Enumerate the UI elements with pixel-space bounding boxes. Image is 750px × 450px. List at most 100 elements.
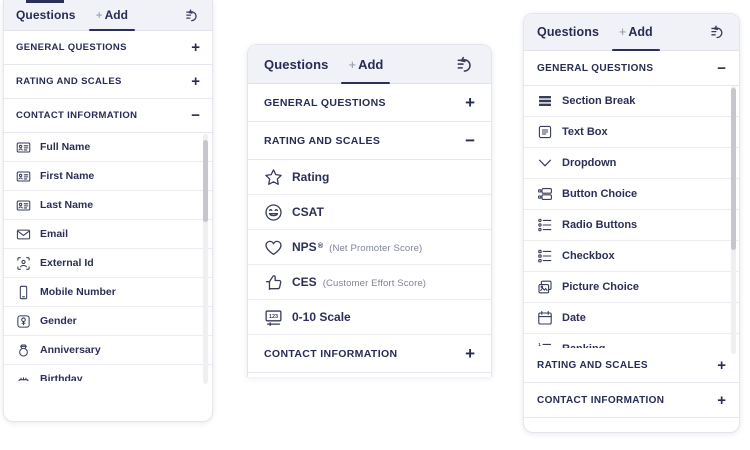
question-type-label: CSAT [292, 205, 324, 219]
question-type-list: Section Break Text Box Dropdown Button Choi… [524, 86, 739, 348]
section-header-rating-and-scales[interactable]: RATING AND SCALES+ [4, 65, 212, 99]
plus-icon: + [96, 8, 103, 22]
question-type-nps[interactable]: NPS®(Net Promoter Score) [248, 230, 491, 265]
question-type-label: Checkbox [562, 250, 615, 262]
questions-tab[interactable]: Questions [264, 57, 328, 72]
list-undo-icon[interactable] [185, 8, 200, 23]
questions-tab[interactable]: Questions [537, 25, 599, 39]
question-type-label-group: CES(Customer Effort Score) [292, 275, 426, 289]
question-type-email[interactable]: Email [4, 220, 212, 249]
question-type-label: Button Choice [562, 188, 637, 200]
question-type-label-group: Radio Buttons [562, 219, 637, 231]
question-type-date[interactable]: Date [524, 303, 739, 334]
section-label: RATING AND SCALES [16, 76, 191, 87]
question-type-checkbox[interactable]: Checkbox [524, 241, 739, 272]
question-type-label: Last Name [40, 199, 93, 211]
list-undo-icon[interactable] [710, 24, 726, 40]
section-header-general-questions[interactable]: GENERAL QUESTIONS+ [248, 84, 491, 122]
panel-header: Questions +Add [4, 0, 212, 31]
section-header-rating-and-scales[interactable]: RATING AND SCALES+ [524, 348, 739, 383]
ranking-icon: 123 [537, 341, 553, 348]
cake-icon [16, 372, 31, 382]
question-type-label-group: Checkbox [562, 250, 615, 262]
question-type-button-choice[interactable]: Button Choice [524, 179, 739, 210]
scrollbar-thumb[interactable] [731, 88, 736, 250]
question-type-label: Anniversary [40, 344, 101, 356]
question-type-label-group: External Id [40, 257, 94, 269]
question-type-external-id[interactable]: External Id [4, 249, 212, 278]
collapse-section-icon[interactable]: − [717, 61, 726, 76]
question-type-label-group: Section Break [562, 95, 635, 107]
section-label: GENERAL QUESTIONS [537, 63, 717, 74]
expand-section-icon[interactable]: + [465, 345, 475, 362]
question-type-section-break[interactable]: Section Break [524, 86, 739, 117]
section-header-contact-information[interactable]: CONTACT INFORMATION+ [524, 383, 739, 418]
add-tab-label: Add [358, 57, 383, 72]
panel-header: Questions +Add [248, 45, 491, 84]
question-type-label: Dropdown [562, 157, 616, 169]
dropdown-icon [537, 155, 553, 171]
section-header-general-questions[interactable]: GENERAL QUESTIONS− [524, 51, 739, 86]
question-type-text-box[interactable]: Text Box [524, 117, 739, 148]
section-break-icon [537, 93, 553, 109]
checkbox-icon [537, 248, 553, 264]
question-type-0-10-scale[interactable]: 1230-10 Scale [248, 300, 491, 335]
questions-panel-general-questions-open: Questions+AddGENERAL QUESTIONS−Section B… [523, 13, 740, 433]
list-undo-icon[interactable] [456, 55, 475, 74]
expand-section-icon[interactable]: + [717, 358, 726, 373]
question-type-label: Text Box [562, 126, 608, 138]
add-question-tab[interactable]: +Add [619, 14, 653, 50]
question-type-label-group: 0-10 Scale [292, 310, 351, 324]
section-header-rating-and-scales[interactable]: RATING AND SCALES− [248, 122, 491, 160]
question-type-label: Rating [292, 170, 329, 184]
svg-text:2: 2 [538, 347, 541, 348]
expand-section-icon[interactable]: + [191, 40, 200, 55]
clipped-tab-underline-artifact [26, 0, 64, 3]
section-label: CONTACT INFORMATION [264, 348, 465, 360]
gender-icon [16, 314, 31, 329]
question-type-first-name[interactable]: First Name [4, 162, 212, 191]
expand-section-icon[interactable]: + [465, 94, 475, 111]
scrollbar-thumb[interactable] [203, 140, 208, 222]
question-type-ces[interactable]: CES(Customer Effort Score) [248, 265, 491, 300]
question-type-birthday[interactable]: Birthday [4, 365, 212, 381]
add-question-tab[interactable]: +Add [96, 0, 128, 30]
section-label: CONTACT INFORMATION [16, 110, 191, 121]
question-type-mobile-number[interactable]: Mobile Number [4, 278, 212, 307]
question-type-ranking[interactable]: 123Ranking [524, 334, 739, 348]
question-type-radio-buttons[interactable]: Radio Buttons [524, 210, 739, 241]
question-type-label: NPS [292, 240, 317, 254]
question-type-list: Rating CSAT NPS®(Net Promoter Score) CES(Cu… [248, 160, 491, 335]
questions-tab[interactable]: Questions [16, 8, 76, 22]
expand-section-icon[interactable]: + [717, 393, 726, 408]
question-type-label-group: NPS®(Net Promoter Score) [292, 240, 422, 254]
question-type-dropdown[interactable]: Dropdown [524, 148, 739, 179]
question-type-label: Section Break [562, 95, 635, 107]
section-header-contact-information[interactable]: CONTACT INFORMATION− [4, 99, 212, 133]
add-question-tab[interactable]: +Add [348, 45, 383, 83]
question-type-last-name[interactable]: Last Name [4, 191, 212, 220]
question-type-anniversary[interactable]: Anniversary [4, 336, 212, 365]
questions-panel-rating-and-scales-open: Questions+AddGENERAL QUESTIONS+RATING AN… [247, 44, 492, 377]
question-type-sublabel: (Net Promoter Score) [329, 243, 422, 254]
question-type-full-name[interactable]: Full Name [4, 133, 212, 162]
question-type-sublabel: (Customer Effort Score) [323, 278, 426, 289]
section-label: CONTACT INFORMATION [537, 395, 717, 406]
question-type-picture-choice[interactable]: Picture Choice [524, 272, 739, 303]
add-tab-label: Add [628, 25, 652, 39]
question-type-label: Birthday [40, 373, 83, 381]
question-type-label-group: Rating [292, 170, 329, 184]
question-type-csat[interactable]: CSAT [248, 195, 491, 230]
collapse-section-icon[interactable]: − [191, 108, 200, 123]
question-type-label: Full Name [40, 141, 90, 153]
question-type-label: Picture Choice [562, 281, 639, 293]
collapse-section-icon[interactable]: − [465, 132, 475, 149]
question-type-label-group: Anniversary [40, 344, 101, 356]
question-type-rating[interactable]: Rating [248, 160, 491, 195]
question-type-gender[interactable]: Gender [4, 307, 212, 336]
button-choice-icon [537, 186, 553, 202]
heart-icon [264, 238, 283, 257]
section-header-general-questions[interactable]: GENERAL QUESTIONS+ [4, 31, 212, 65]
section-header-contact-information[interactable]: CONTACT INFORMATION+ [248, 335, 491, 373]
expand-section-icon[interactable]: + [191, 74, 200, 89]
